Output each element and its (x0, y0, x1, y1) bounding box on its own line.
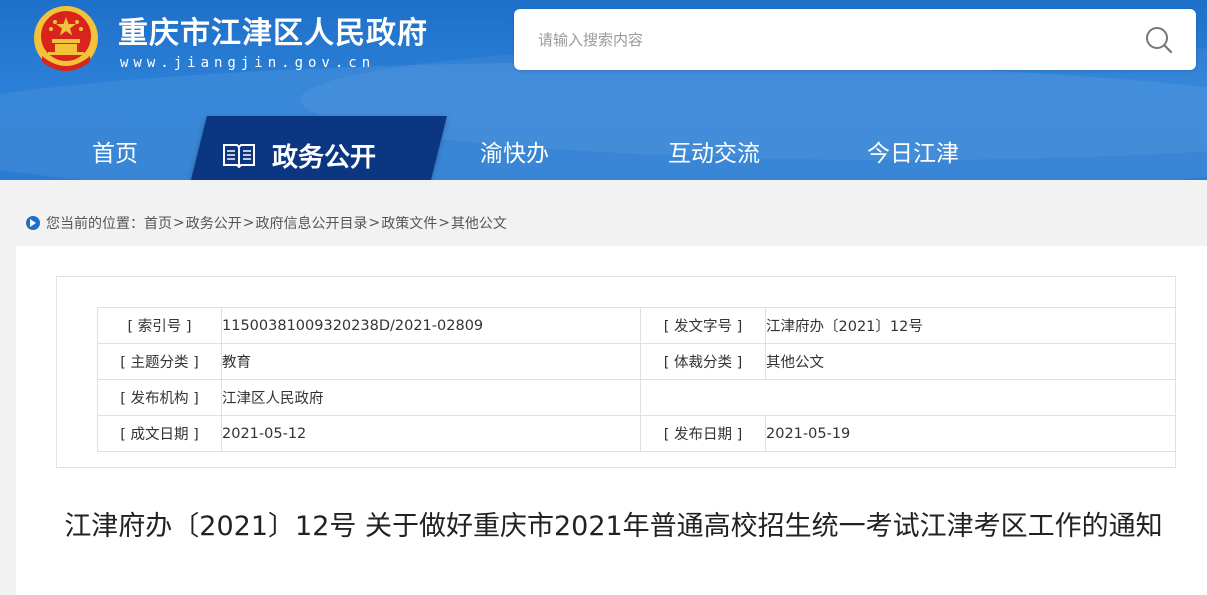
document-number-label: [ 发文字号 ] (640, 307, 766, 344)
nav-home[interactable]: 首页 (92, 134, 138, 168)
written-date-label: [ 成文日期 ] (97, 415, 222, 452)
location-icon (26, 216, 40, 230)
genre-value: 其他公文 (765, 343, 1176, 380)
table-row: [ 索引号 ] 11500381009320238D/2021-02809 [ … (97, 307, 1176, 344)
document-metadata-panel: [ 索引号 ] 11500381009320238D/2021-02809 [ … (56, 276, 1176, 468)
topic-label: [ 主题分类 ] (97, 343, 222, 380)
breadcrumb-prefix: 您当前的位置： (46, 216, 144, 232)
site-title[interactable]: 重庆市江津区人民政府 (118, 8, 428, 52)
breadcrumb-separator: > (438, 215, 450, 231)
issuer-label: [ 发布机构 ] (97, 379, 222, 416)
search-icon[interactable] (1144, 25, 1174, 55)
main-content: [ 索引号 ] 11500381009320238D/2021-02809 [ … (16, 246, 1207, 595)
breadcrumb-policy-documents[interactable]: 政策文件 (381, 213, 437, 233)
search-input[interactable] (538, 27, 1098, 53)
site-url: www.jiangjin.gov.cn (120, 55, 376, 71)
document-title: 江津府办〔2021〕12号 关于做好重庆市2021年普通高校招生统一考试江津考区… (64, 511, 1163, 542)
breadcrumb-home[interactable]: 首页 (144, 213, 172, 233)
nav-today-jiangjin[interactable]: 今日江津 (867, 134, 959, 168)
breadcrumb-separator: > (368, 215, 381, 231)
main-nav: 首页 政务公开 渝快办 互动交流 今日江津 (0, 116, 1207, 180)
empty-cell (640, 379, 1176, 416)
nav-yukuaiban[interactable]: 渝快办 (480, 134, 549, 168)
written-date-value: 2021-05-12 (221, 415, 641, 452)
site-header: 重庆市江津区人民政府 www.jiangjin.gov.cn 首页 政务公开 渝… (0, 0, 1207, 180)
breadcrumb-separator: > (242, 215, 255, 231)
breadcrumb: 您当前的位置： 首页 > 政务公开 > 政府信息公开目录 > 政策文件 > 其他… (26, 213, 507, 233)
issuer-value: 江津区人民政府 (221, 379, 641, 416)
topic-value: 教育 (221, 343, 641, 380)
breadcrumb-separator: > (173, 215, 185, 231)
table-row: [ 发布机构 ] 江津区人民政府 (97, 379, 1176, 416)
breadcrumb-other-documents[interactable]: 其他公文 (451, 213, 507, 233)
genre-label: [ 体裁分类 ] (640, 343, 766, 380)
table-row: [ 成文日期 ] 2021-05-12 [ 发布日期 ] 2021-05-19 (97, 415, 1176, 452)
open-book-icon (223, 144, 255, 168)
nav-interaction[interactable]: 互动交流 (668, 134, 760, 168)
publish-date-value: 2021-05-19 (765, 415, 1176, 452)
index-number-label: [ 索引号 ] (97, 307, 222, 344)
breadcrumb-info-catalog[interactable]: 政府信息公开目录 (255, 213, 367, 233)
table-row: [ 主题分类 ] 教育 [ 体裁分类 ] 其他公文 (97, 343, 1176, 380)
nav-government-affairs[interactable]: 政务公开 (222, 139, 377, 173)
index-number-value: 11500381009320238D/2021-02809 (221, 307, 641, 344)
document-metadata-table: [ 索引号 ] 11500381009320238D/2021-02809 [ … (97, 307, 1176, 452)
nav-government-affairs-label: 政务公开 (272, 142, 377, 173)
publish-date-label: [ 发布日期 ] (640, 415, 766, 452)
national-emblem-icon[interactable] (30, 4, 102, 76)
breadcrumb-government-affairs[interactable]: 政务公开 (186, 213, 242, 233)
search-box (514, 9, 1196, 70)
document-number-value: 江津府办〔2021〕12号 (765, 307, 1176, 344)
